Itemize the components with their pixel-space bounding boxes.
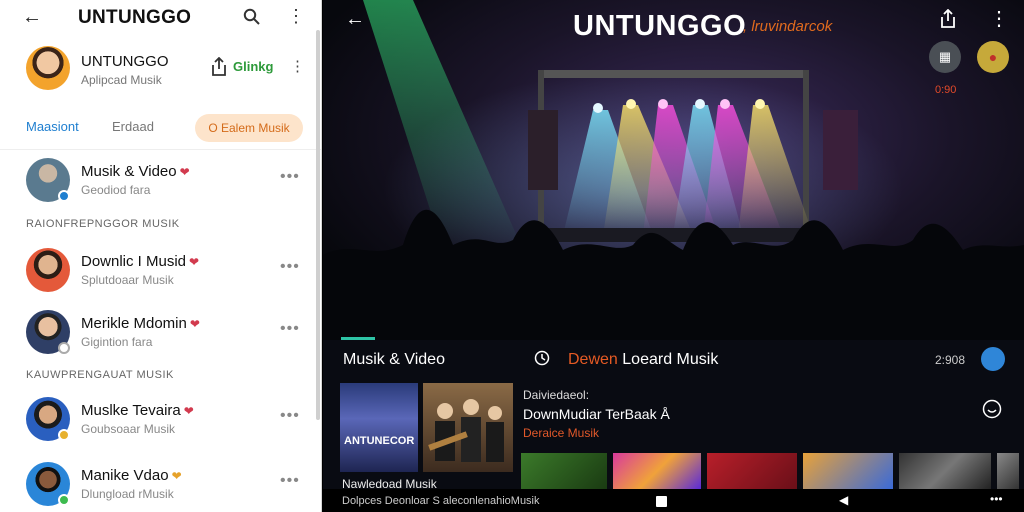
download-link[interactable]: Dewen Loeard Musik: [568, 351, 718, 369]
download-link-text: Loeard Musik: [622, 351, 719, 368]
profile-name: UNTUNGGO: [81, 53, 169, 70]
time-readout: 2:908: [935, 353, 966, 367]
video-thumbnail[interactable]: [521, 453, 607, 489]
more-horizontal-icon[interactable]: •••: [280, 258, 300, 276]
bottom-nav: Dolpces Deonloar S aleconlenahioMusik ◀ …: [323, 489, 1024, 512]
more-vertical-icon[interactable]: ⋮: [989, 6, 1009, 31]
badge-icon: [58, 190, 70, 202]
heart-icon: ❤: [189, 317, 200, 331]
list-item-subtitle: Splutdoaar Musik: [81, 273, 174, 287]
tab-maasiont[interactable]: Maasiont: [26, 119, 79, 134]
list-item-label: Muslke Tevaira: [81, 402, 181, 419]
video-thumbnail[interactable]: [899, 453, 991, 489]
profile-subtitle: Aplipcad Musik: [81, 73, 162, 87]
video-thumbnail[interactable]: [707, 453, 797, 489]
badge-icon: [58, 429, 70, 441]
list-item[interactable]: Manike Vdao ❤ Dlungload rMusik •••: [0, 454, 321, 512]
heart-icon: ❤: [183, 404, 194, 418]
back-triangle-icon[interactable]: ◀: [839, 493, 848, 507]
more-horizontal-icon[interactable]: •••: [280, 168, 300, 186]
more-horizontal-icon[interactable]: •••: [990, 492, 1003, 506]
list-item-label: Merikle Mdomin: [81, 315, 187, 332]
play-icon[interactable]: [981, 347, 1005, 371]
list-item[interactable]: Downlic I Musid ❤ Splutdoaar Musik •••: [0, 240, 321, 300]
filter-pill-button[interactable]: O Ealem Musik: [195, 114, 303, 142]
section-header: RAIONFREPNGGOR MUSIK: [26, 218, 180, 230]
media-bar: Musik & Video Dewen Loeard Musik 2:908: [323, 342, 1024, 378]
feature-title[interactable]: DownMudiar TerBaak Å: [523, 406, 670, 422]
arrow-left-icon[interactable]: ←: [22, 6, 42, 29]
heart-icon: ❤: [189, 255, 200, 269]
album-thumbnail[interactable]: ANTUNECOR: [340, 383, 418, 472]
band-thumbnail[interactable]: [423, 383, 513, 472]
avatar: [26, 248, 70, 292]
progress-indicator: [341, 337, 375, 340]
video-thumbnail[interactable]: [997, 453, 1019, 489]
avatar: [26, 46, 70, 90]
list-item-subtitle: Geodiod fara: [81, 183, 151, 197]
section-header: KAUWPRENGAUAT MUSIK: [26, 369, 174, 381]
more-horizontal-icon[interactable]: •••: [280, 407, 300, 425]
record-icon[interactable]: ●: [977, 41, 1009, 73]
concert-hero-image: ← UNTUNGGO , lruvindarcok ⋮ ▦ ● 0:90: [323, 0, 1024, 340]
heart-icon: ❤: [179, 165, 190, 179]
video-thumbnail[interactable]: [613, 453, 701, 489]
profile-card[interactable]: UNTUNGGO Aplipcad Musik Glinkg ⋮: [0, 42, 321, 98]
list-item-label: Downlic I Musid: [81, 253, 187, 270]
search-icon[interactable]: [243, 8, 261, 31]
list-item[interactable]: Musik & Video ❤ Geodiod fara •••: [0, 150, 321, 210]
tab-erdaad[interactable]: Erdaad: [112, 119, 154, 134]
page-title: UNTUNGGO: [78, 7, 192, 28]
more-vertical-icon[interactable]: ⋮: [290, 57, 305, 75]
time-readout: 0:90: [935, 84, 957, 96]
badge-icon: [58, 494, 70, 506]
share-icon[interactable]: [939, 8, 957, 34]
feature-subtitle: Deraice Musik: [523, 426, 600, 440]
download-link-highlight: Dewen: [568, 351, 618, 368]
player-panel: ← UNTUNGGO , lruvindarcok ⋮ ▦ ● 0:90 Mus…: [323, 0, 1024, 512]
list-item-label: Musik & Video: [81, 163, 177, 180]
heart-icon: ❤: [171, 469, 182, 483]
list-item-label: Manike Vdao: [81, 467, 169, 484]
home-square-icon[interactable]: [656, 496, 667, 507]
clock-icon[interactable]: [534, 350, 550, 371]
side-panel: ← UNTUNGGO ⋮ UNTUNGGO Aplipcad Musik Gli…: [0, 0, 322, 512]
smile-icon[interactable]: [982, 399, 1002, 424]
footer-text: Dolpces Deonloar S aleconlenahioMusik: [342, 495, 540, 507]
feature-label: Daiviedaeol:: [523, 388, 590, 402]
album-thumbnail-text: ANTUNECOR: [344, 435, 415, 447]
more-vertical-icon[interactable]: ⋮: [287, 6, 305, 27]
grid-icon[interactable]: ▦: [929, 41, 961, 73]
player-subtitle: , lruvindarcok: [743, 18, 833, 35]
tab-bar: Maasiont Erdaad O Ealem Musik: [0, 106, 321, 150]
player-title: UNTUNGGO: [573, 10, 747, 42]
list-item[interactable]: Muslke Tevaira ❤ Goubsoaar Musik •••: [0, 389, 321, 449]
scrollbar[interactable]: [316, 30, 320, 420]
list-item-subtitle: Goubsoaar Musik: [81, 422, 176, 436]
video-thumbnail[interactable]: [803, 453, 893, 489]
media-category-label[interactable]: Musik & Video: [343, 351, 445, 369]
left-topbar: ← UNTUNGGO ⋮: [0, 0, 321, 36]
list-item-subtitle: Dlungload rMusik: [81, 487, 174, 501]
list-item-subtitle: Gigintion fara: [81, 335, 153, 349]
share-icon[interactable]: [210, 56, 228, 82]
more-horizontal-icon[interactable]: •••: [280, 320, 300, 338]
more-horizontal-icon[interactable]: •••: [280, 472, 300, 490]
share-button[interactable]: Glinkg: [233, 59, 273, 74]
badge-icon: [58, 342, 70, 354]
list-item[interactable]: Merikle Mdomin ❤ Gigintion fara •••: [0, 302, 321, 362]
arrow-left-icon[interactable]: ←: [345, 8, 365, 31]
